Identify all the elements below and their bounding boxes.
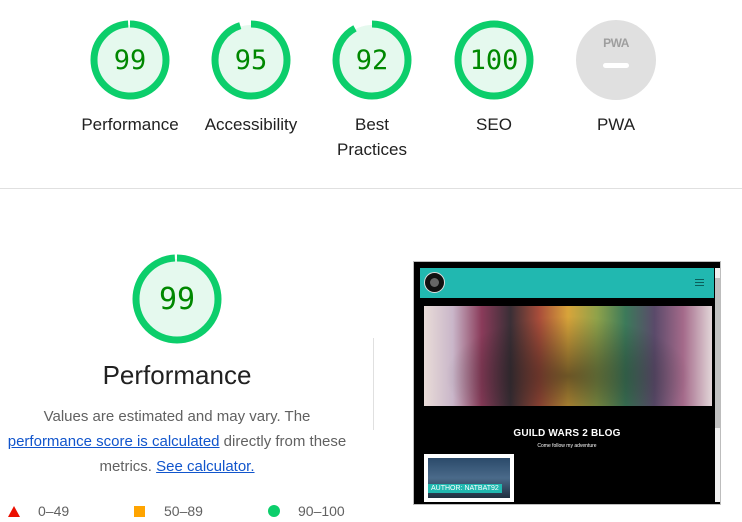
score-calculation-link[interactable]: performance score is calculated bbox=[8, 433, 220, 450]
site-header-bar bbox=[420, 268, 714, 298]
vertical-divider bbox=[373, 338, 374, 430]
accessibility-score: 95 bbox=[234, 44, 268, 76]
legend-pass: 90–100 bbox=[298, 503, 345, 519]
post-card: AUTHOR: NATBAT92 bbox=[424, 454, 514, 502]
average-square-icon bbox=[134, 506, 145, 517]
best-practices-label: Best Practices bbox=[337, 115, 407, 159]
performance-label: Performance bbox=[81, 115, 179, 134]
performance-detail-gauge: 99 bbox=[132, 254, 222, 344]
pwa-gauge[interactable]: PWA bbox=[576, 20, 656, 100]
seo-gauge[interactable]: 100 bbox=[454, 20, 534, 100]
description-text: Values are estimated and may vary. The bbox=[43, 408, 311, 425]
site-logo-icon bbox=[424, 272, 445, 293]
pwa-dash-icon bbox=[603, 63, 629, 68]
site-subtitle: Come follow my adventure bbox=[537, 443, 597, 449]
final-screenshot[interactable]: GUILD WARS 2 BLOG Come follow my adventu… bbox=[413, 261, 721, 505]
pwa-badge-icon: PWA bbox=[603, 36, 629, 50]
see-calculator-link[interactable]: See calculator. bbox=[156, 458, 254, 475]
accessibility-label: Accessibility bbox=[204, 115, 298, 134]
pwa-label: PWA bbox=[596, 115, 636, 134]
best-practices-score: 92 bbox=[355, 44, 389, 76]
scrollbar-thumb bbox=[715, 278, 720, 428]
pass-circle-icon bbox=[268, 505, 280, 517]
legend-fail: 0–49 bbox=[38, 503, 70, 519]
screenshot-scrollbar bbox=[715, 268, 720, 502]
performance-title: Performance bbox=[102, 360, 252, 390]
screenshot-page: GUILD WARS 2 BLOG Come follow my adventu… bbox=[420, 268, 714, 502]
post-card-author: AUTHOR: NATBAT92 bbox=[428, 484, 502, 493]
performance-score: 99 bbox=[113, 44, 147, 76]
seo-label: SEO bbox=[476, 115, 512, 134]
performance-gauge[interactable]: 99 bbox=[90, 20, 170, 100]
section-divider bbox=[0, 188, 742, 189]
site-title: GUILD WARS 2 BLOG bbox=[513, 428, 621, 439]
performance-detail-score: 99 bbox=[158, 281, 196, 317]
legend-average: 50–89 bbox=[164, 503, 203, 519]
best-practices-gauge[interactable]: 92 bbox=[332, 20, 412, 100]
site-banner-image bbox=[424, 306, 712, 406]
hamburger-menu-icon bbox=[695, 279, 704, 288]
accessibility-gauge[interactable]: 95 bbox=[211, 20, 291, 100]
performance-description: Values are estimated and may vary. The p… bbox=[0, 404, 354, 479]
fail-triangle-icon bbox=[8, 506, 20, 517]
seo-score: 100 bbox=[469, 44, 519, 76]
